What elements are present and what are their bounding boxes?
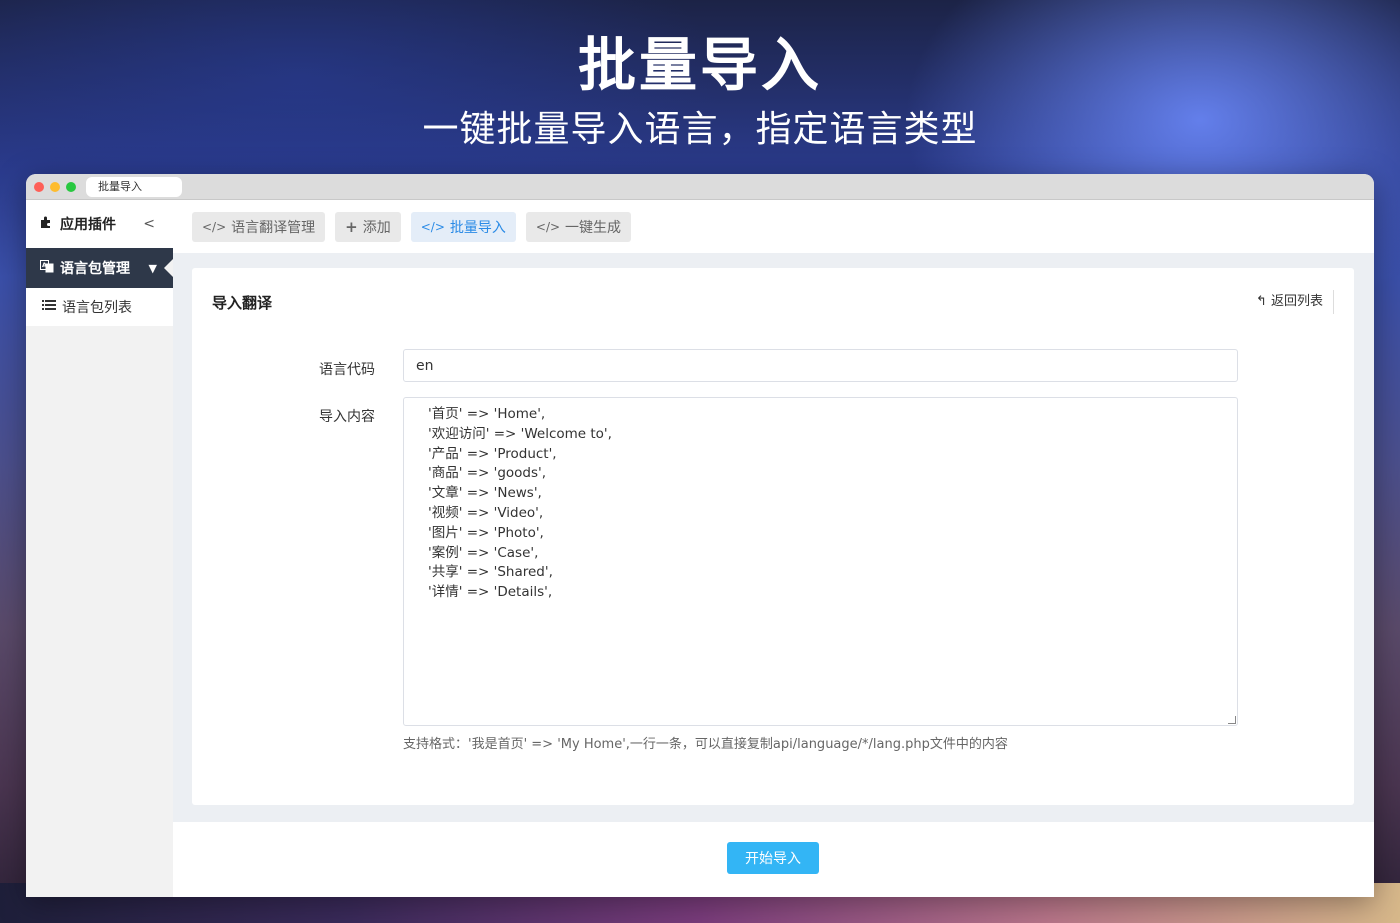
import-content-label: 导入内容 (319, 409, 375, 425)
svg-text:A: A (42, 262, 47, 269)
tab-translation-management[interactable]: </> 语言翻译管理 (192, 211, 326, 242)
collapse-chevron-icon[interactable]: < (143, 216, 155, 232)
translate-icon: A (40, 259, 54, 277)
code-icon: </> (202, 219, 227, 234)
puzzle-icon (40, 215, 54, 233)
sidebar-item-language-packs[interactable]: A 语言包管理 ▼ (26, 248, 174, 288)
code-icon: </> (535, 219, 561, 234)
return-arrow-icon: ↰ (1255, 294, 1267, 309)
code-icon: </> (420, 219, 445, 234)
sidebar-header-plugins[interactable]: 应用插件 < (26, 200, 173, 248)
minimize-window-button[interactable] (50, 182, 60, 192)
back-link-label: 返回列表 (1270, 294, 1323, 309)
sidebar-header-label: 应用插件 (60, 217, 116, 233)
sidebar-item-language-pack-list[interactable]: 语言包列表 (26, 288, 173, 326)
back-to-list-link[interactable]: ↰ 返回列表 (1256, 290, 1334, 314)
plus-icon: + (345, 217, 358, 236)
close-window-button[interactable] (34, 182, 44, 192)
chevron-down-icon: ▼ (148, 261, 157, 275)
app-window: 批量导入 应用插件 < A 语言包管理 ▼ 语言包列表 </> 语言翻译管理 +… (26, 174, 1374, 897)
format-hint: 支持格式：'我是首页' => 'My Home',一行一条，可以直接复制api/… (403, 737, 1008, 752)
tab-label: 批量导入 (449, 219, 506, 236)
form-footer: 开始导入 (173, 822, 1374, 897)
import-content-textarea[interactable]: '首页' => 'Home', '欢迎访问' => 'Welcome to', … (403, 397, 1238, 726)
sidebar: 应用插件 < A 语言包管理 ▼ 语言包列表 (26, 200, 174, 897)
browser-tab[interactable]: 批量导入 (86, 177, 182, 197)
sidebar-sub-label: 语言包列表 (62, 300, 132, 316)
maximize-window-button[interactable] (66, 182, 76, 192)
tab-add[interactable]: + 添加 (335, 211, 401, 242)
card-title: 导入翻译 (212, 294, 273, 312)
lang-code-label: 语言代码 (319, 362, 375, 378)
hero-title: 批量导入 (577, 31, 822, 99)
tab-label: 一键生成 (565, 219, 622, 236)
window-titlebar: 批量导入 (26, 174, 1374, 200)
sidebar-item-label: 语言包管理 (60, 261, 130, 277)
resize-handle-icon[interactable] (1228, 716, 1236, 724)
main-content: </> 语言翻译管理 + 添加 </> 批量导入 </> 一键生成 导入翻译 ↰… (173, 200, 1374, 897)
import-card: 导入翻译 ↰ 返回列表 语言代码 导入内容 '首页' => 'Home', '欢… (192, 268, 1354, 805)
tab-label: 添加 (362, 219, 391, 236)
hero-subtitle: 一键批量导入语言，指定语言类型 (422, 109, 978, 150)
list-icon (42, 299, 56, 315)
tab-batch-import[interactable]: </> 批量导入 (410, 211, 516, 242)
tab-label: 语言翻译管理 (231, 219, 316, 236)
start-import-button[interactable]: 开始导入 (727, 842, 819, 874)
top-nav: </> 语言翻译管理 + 添加 </> 批量导入 </> 一键生成 (173, 200, 1374, 253)
lang-code-input[interactable] (403, 349, 1238, 382)
tab-one-click-generate[interactable]: </> 一键生成 (525, 211, 632, 242)
